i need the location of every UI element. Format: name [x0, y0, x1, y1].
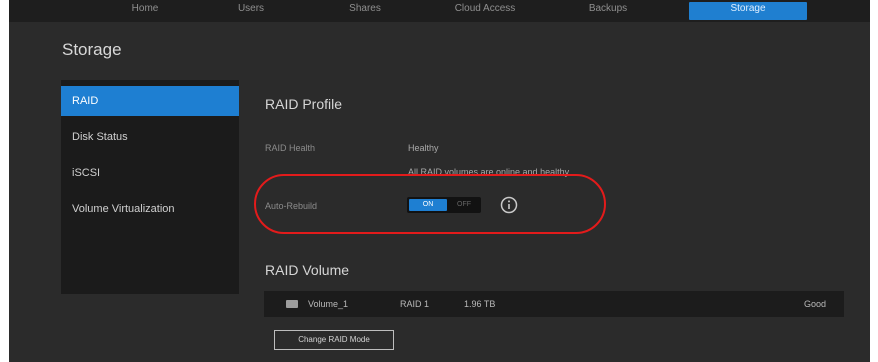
sidebar-item-volume-virtualization[interactable]: Volume Virtualization [61, 194, 239, 224]
sidebar-item-raid[interactable]: RAID [61, 86, 239, 116]
nav-item-home[interactable]: Home [121, 2, 169, 20]
page-title: Storage [62, 40, 122, 59]
nav-item-shares[interactable]: Shares [339, 2, 391, 20]
volume-raid-level: RAID 1 [400, 299, 430, 309]
nav-item-users[interactable]: Users [227, 2, 275, 20]
raid-health-value: Healthy [408, 143, 439, 153]
raid-volume-title: RAID Volume [265, 262, 350, 278]
volume-status: Good [804, 299, 827, 309]
nav-item-cloud-access[interactable]: Cloud Access [449, 2, 521, 20]
volume-name: Volume_1 [308, 299, 349, 309]
sidebar: RAID Disk Status iSCSI Volume Virtualiza… [61, 80, 239, 294]
nav-item-storage[interactable]: Storage [689, 2, 807, 20]
sidebar-item-iscsi[interactable]: iSCSI [61, 158, 239, 188]
nav-item-backups[interactable]: Backups [579, 2, 637, 20]
change-raid-mode-button[interactable]: Change RAID Mode [274, 330, 394, 350]
volume-size: 1.96 TB [464, 299, 496, 309]
sidebar-item-disk-status[interactable]: Disk Status [61, 122, 239, 152]
raid-health-label: RAID Health [265, 143, 316, 153]
top-navigation: Home Users Shares Cloud Access Backups S… [9, 0, 870, 22]
drive-icon [286, 300, 298, 308]
app-window: Home Users Shares Cloud Access Backups S… [9, 0, 870, 362]
raid-profile-title: RAID Profile [265, 96, 343, 112]
raid-volume-row[interactable]: Volume_1 RAID 1 1.96 TB Good [264, 291, 844, 317]
screenshot-frame: Home Users Shares Cloud Access Backups S… [0, 0, 878, 362]
annotation-highlight-oval [254, 174, 606, 234]
